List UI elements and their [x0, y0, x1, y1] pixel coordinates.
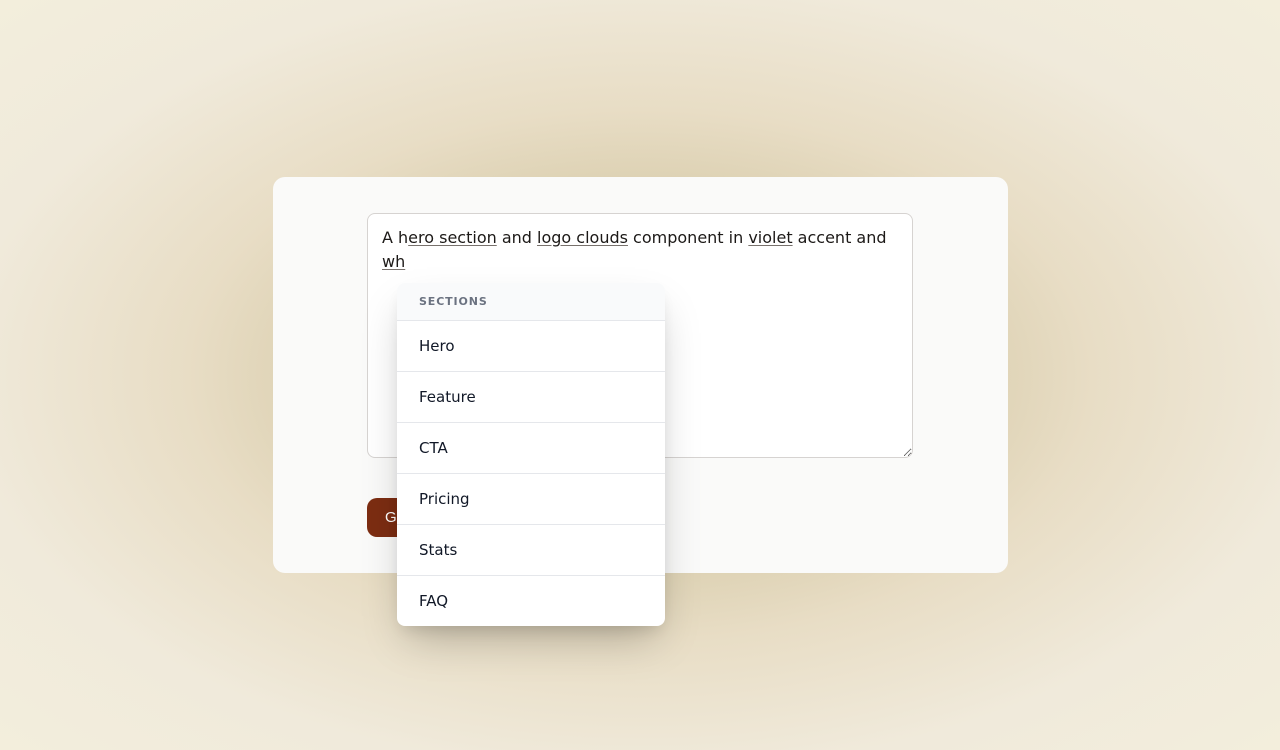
prompt-text: A hero section and logo clouds component…: [382, 228, 887, 271]
token-logo-clouds[interactable]: logo clouds: [537, 228, 628, 247]
dropdown-item-cta[interactable]: CTA: [397, 423, 665, 474]
dropdown-item-pricing[interactable]: Pricing: [397, 474, 665, 525]
dropdown-item-hero[interactable]: Hero: [397, 321, 665, 372]
main-card: A hero section and logo clouds component…: [273, 177, 1008, 573]
sections-dropdown: Sections Hero Feature CTA Pricing Stats …: [397, 283, 665, 626]
token-violet[interactable]: violet: [748, 228, 792, 247]
dropdown-item-feature[interactable]: Feature: [397, 372, 665, 423]
dropdown-item-faq[interactable]: FAQ: [397, 576, 665, 626]
textarea-wrap: A hero section and logo clouds component…: [367, 213, 913, 458]
token-background-partial[interactable]: wh: [382, 252, 405, 271]
dropdown-header: Sections: [397, 283, 665, 321]
dropdown-item-stats[interactable]: Stats: [397, 525, 665, 576]
token-hero-section[interactable]: ero section: [408, 228, 497, 247]
